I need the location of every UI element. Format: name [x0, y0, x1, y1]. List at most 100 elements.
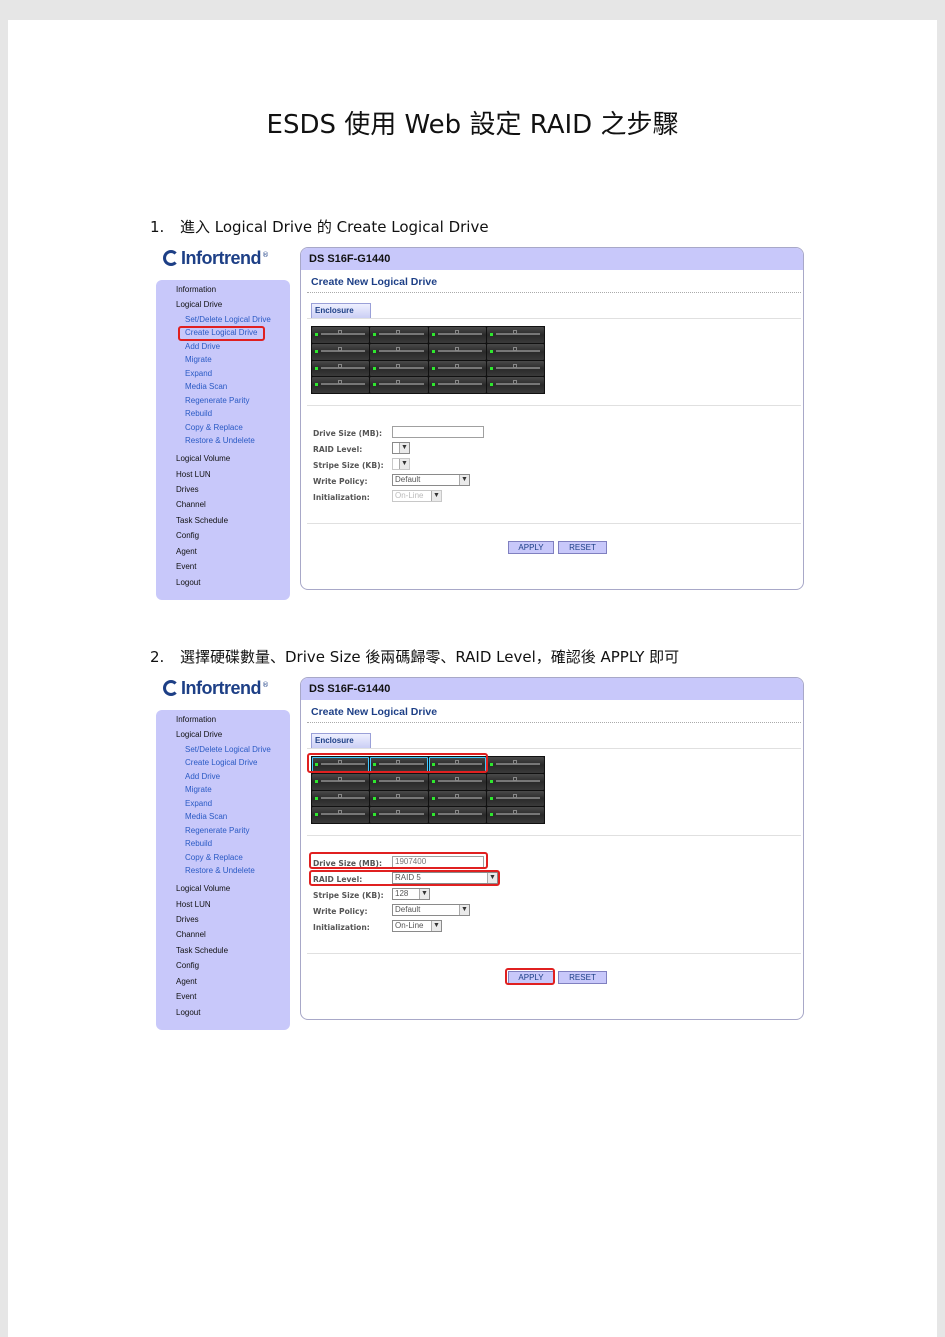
sidebar-item[interactable]: Information — [176, 715, 216, 724]
sidebar-item[interactable]: Event — [176, 992, 196, 1001]
sidebar-item[interactable]: Drives — [176, 485, 199, 494]
sidebar-item[interactable]: Create Logical Drive — [185, 758, 257, 767]
sidebar-item[interactable]: Drives — [176, 915, 199, 924]
sidebar-item[interactable]: Migrate — [185, 785, 212, 794]
sidebar-item[interactable]: Host LUN — [176, 470, 211, 479]
status-led-icon — [315, 383, 318, 387]
sidebar-item[interactable]: Media Scan — [185, 382, 227, 391]
sidebar-item[interactable]: Rebuild — [185, 839, 212, 848]
title-divider — [307, 722, 801, 723]
drive-slot[interactable] — [486, 327, 544, 343]
drive-slot[interactable] — [312, 773, 370, 790]
initialization-select[interactable]: On-Line ▼ — [392, 920, 442, 932]
drive-slot[interactable] — [370, 343, 428, 360]
sidebar-item[interactable]: Task Schedule — [176, 946, 228, 955]
status-led-icon — [431, 383, 435, 387]
write-policy-select[interactable]: Default ▼ — [392, 904, 470, 916]
stripe-size-select[interactable]: ▼ — [392, 458, 410, 470]
sidebar-item[interactable]: Expand — [185, 369, 212, 378]
drive-slot[interactable] — [428, 327, 486, 343]
drive-slot[interactable] — [486, 757, 544, 773]
drive-slot[interactable] — [428, 377, 486, 393]
drive-slot[interactable] — [370, 377, 428, 393]
sidebar-item[interactable]: Set/Delete Logical Drive — [185, 315, 271, 324]
sidebar-item[interactable]: Add Drive — [185, 342, 220, 351]
drive-tray-bar — [495, 763, 540, 765]
sidebar-item[interactable]: Logout — [176, 578, 200, 587]
drive-handle-icon — [454, 810, 459, 815]
logo-trademark: ® — [262, 251, 269, 259]
sidebar-item[interactable]: Restore & Undelete — [185, 866, 255, 875]
sidebar-item[interactable]: Logout — [176, 1008, 200, 1017]
sidebar-item[interactable]: Expand — [185, 799, 212, 808]
drive-slot[interactable] — [486, 807, 544, 823]
sidebar-item[interactable]: Task Schedule — [176, 516, 228, 525]
drive-slot[interactable] — [486, 377, 544, 393]
drive-slot[interactable] — [370, 360, 428, 377]
write-policy-label: Write Policy: — [313, 907, 368, 916]
drive-slot[interactable] — [428, 773, 486, 790]
drive-slot[interactable] — [312, 807, 370, 823]
sidebar-item[interactable]: Add Drive — [185, 772, 220, 781]
sidebar-item[interactable]: Channel — [176, 930, 206, 939]
sidebar-item[interactable]: Logical Volume — [176, 454, 230, 463]
drive-slot[interactable] — [370, 327, 428, 343]
sidebar-item[interactable]: Config — [176, 531, 199, 540]
drive-slot[interactable] — [428, 790, 486, 807]
initialization-select[interactable]: On-Line ▼ — [392, 490, 442, 502]
step-text: 進入 Logical Drive 的 Create Logical Drive — [180, 218, 489, 236]
drive-slot[interactable] — [312, 377, 370, 393]
apply-button[interactable]: APPLY — [508, 541, 554, 554]
tab-enclosure[interactable]: Enclosure — [311, 733, 371, 749]
drive-slot[interactable] — [312, 360, 370, 377]
stripe-size-select[interactable]: 128 ▼ — [392, 888, 430, 900]
sidebar-item[interactable]: Event — [176, 562, 196, 571]
sidebar-item[interactable]: Regenerate Parity — [185, 396, 249, 405]
sidebar-item[interactable]: Regenerate Parity — [185, 826, 249, 835]
sidebar-item[interactable]: Channel — [176, 500, 206, 509]
drive-slot[interactable] — [370, 790, 428, 807]
drive-size-input[interactable] — [392, 426, 484, 438]
sidebar-item[interactable]: Logical Volume — [176, 884, 230, 893]
sidebar-item[interactable]: Logical Drive — [176, 300, 222, 309]
reset-button[interactable]: RESET — [558, 971, 607, 984]
raid-level-select[interactable]: ▼ — [392, 442, 410, 454]
sidebar-item[interactable]: Migrate — [185, 355, 212, 364]
drive-slot[interactable] — [370, 807, 428, 823]
reset-button[interactable]: RESET — [558, 541, 607, 554]
drive-slot[interactable] — [312, 790, 370, 807]
drive-handle-icon — [454, 793, 459, 798]
drive-slot[interactable] — [486, 790, 544, 807]
drive-slot[interactable] — [312, 343, 370, 360]
status-led-icon — [373, 813, 377, 817]
sidebar-item[interactable]: Information — [176, 285, 216, 294]
sidebar-item[interactable]: Copy & Replace — [185, 423, 243, 432]
drive-handle-icon — [396, 810, 401, 815]
write-policy-select[interactable]: Default ▼ — [392, 474, 470, 486]
sidebar-item[interactable]: Agent — [176, 547, 197, 556]
drive-slot[interactable] — [486, 360, 544, 377]
drive-slot[interactable] — [312, 327, 370, 343]
logo-text: Infortrend — [181, 677, 262, 698]
chevron-down-icon: ▼ — [459, 905, 469, 915]
drive-slot[interactable] — [486, 773, 544, 790]
drive-slot[interactable] — [370, 773, 428, 790]
sidebar-item[interactable]: Restore & Undelete — [185, 436, 255, 445]
status-led-icon — [315, 796, 318, 800]
drive-slot[interactable] — [428, 343, 486, 360]
sidebar-item[interactable]: Copy & Replace — [185, 853, 243, 862]
logo-icon — [163, 680, 179, 696]
tab-enclosure[interactable]: Enclosure — [311, 303, 371, 319]
drive-slot[interactable] — [486, 343, 544, 360]
sidebar-item[interactable]: Logical Drive — [176, 730, 222, 739]
sidebar-item[interactable]: Config — [176, 961, 199, 970]
sidebar-item[interactable]: Agent — [176, 977, 197, 986]
step-2: 2. 選擇硬碟數量、Drive Size 後兩碼歸零、RAID Level，確認後… — [150, 646, 679, 667]
sidebar-item[interactable]: Rebuild — [185, 409, 212, 418]
drive-slot[interactable] — [428, 807, 486, 823]
status-led-icon — [489, 383, 493, 387]
sidebar-item[interactable]: Media Scan — [185, 812, 227, 821]
sidebar-item[interactable]: Set/Delete Logical Drive — [185, 745, 271, 754]
sidebar-item[interactable]: Host LUN — [176, 900, 211, 909]
drive-slot[interactable] — [428, 360, 486, 377]
